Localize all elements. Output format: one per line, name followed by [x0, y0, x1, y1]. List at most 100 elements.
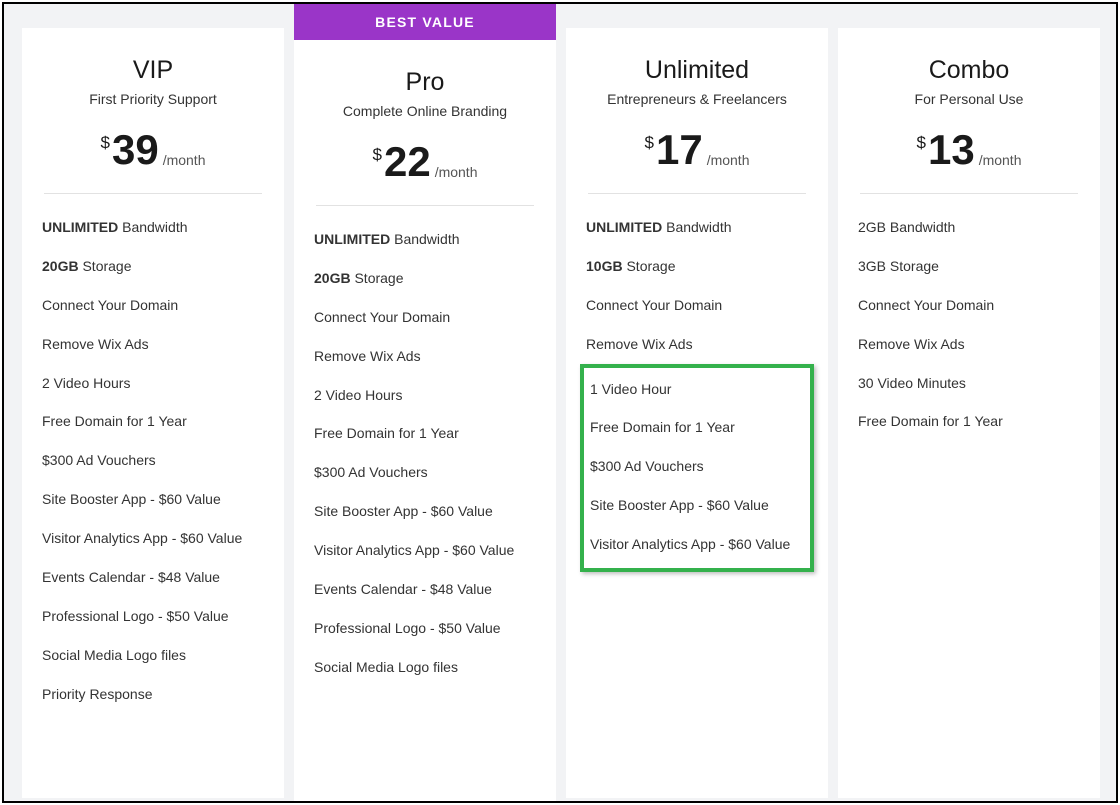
feature-prefix: 20GB [42, 258, 79, 274]
divider [588, 193, 806, 194]
plan-subtitle: First Priority Support [42, 91, 264, 107]
feature-item: Site Booster App - $60 Value [314, 502, 536, 521]
feature-prefix: 10GB [586, 258, 623, 274]
price-period: /month [979, 152, 1022, 168]
feature-item: 10GB Storage [586, 257, 808, 276]
feature-item: 2 Video Hours [314, 386, 536, 405]
feature-item: Events Calendar - $48 Value [314, 580, 536, 599]
highlight-box: 1 Video Hour Free Domain for 1 Year $300 A… [580, 364, 814, 572]
feature-item: 20GB Storage [42, 257, 264, 276]
feature-item: Visitor Analytics App - $60 Value [42, 529, 264, 548]
feature-item: 2GB Bandwidth [858, 218, 1080, 237]
plan-column: Combo For Personal Use $13/month 2GB Bandwi… [838, 28, 1100, 798]
feature-prefix: UNLIMITED [586, 219, 662, 235]
feature-item: 20GB Storage [314, 269, 536, 288]
plan-subtitle: Complete Online Branding [314, 103, 536, 119]
plan-title: Unlimited [586, 56, 808, 85]
feature-item: Professional Logo - $50 Value [42, 607, 264, 626]
feature-text: Storage [82, 258, 131, 274]
plan-column: VIP First Priority Support $39/month UNLIMI… [22, 28, 284, 798]
feature-item: UNLIMITED Bandwidth [42, 218, 264, 237]
plan-header: Pro Complete Online Branding $22/month [314, 68, 536, 183]
feature-item: Visitor Analytics App - $60 Value [314, 541, 536, 560]
feature-item: Social Media Logo files [314, 658, 536, 677]
feature-item: Social Media Logo files [42, 646, 264, 665]
features-list: UNLIMITED Bandwidth 20GB Storage Connect Y… [42, 218, 264, 704]
pricing-page: VIP First Priority Support $39/month UNLIMI… [2, 2, 1118, 803]
feature-item: Remove Wix Ads [586, 335, 808, 354]
plans-container: VIP First Priority Support $39/month UNLIMI… [4, 4, 1116, 801]
price-amount: 39 [112, 129, 159, 171]
features-list: 2GB Bandwidth 3GB Storage Connect Your Dom… [858, 218, 1080, 431]
feature-text: Bandwidth [394, 231, 459, 247]
price-amount: 13 [928, 129, 975, 171]
feature-item: Connect Your Domain [858, 296, 1080, 315]
feature-item: Remove Wix Ads [314, 347, 536, 366]
plan-subtitle: Entrepreneurs & Freelancers [586, 91, 808, 107]
feature-item: Free Domain for 1 Year [314, 424, 536, 443]
feature-item: Free Domain for 1 Year [42, 412, 264, 431]
feature-item: 3GB Storage [858, 257, 1080, 276]
feature-text: Bandwidth [666, 219, 731, 235]
feature-item: 2 Video Hours [42, 374, 264, 393]
plan-header: Unlimited Entrepreneurs & Freelancers $17/… [586, 56, 808, 171]
price-period: /month [707, 152, 750, 168]
feature-item: $300 Ad Vouchers [42, 451, 264, 470]
feature-item: Priority Response [42, 685, 264, 704]
best-value-badge: BEST VALUE [294, 4, 556, 40]
feature-item: Events Calendar - $48 Value [42, 568, 264, 587]
feature-item: Connect Your Domain [42, 296, 264, 315]
plan-price: $17/month [586, 129, 808, 171]
currency-symbol: $ [917, 133, 926, 153]
feature-item: Professional Logo - $50 Value [314, 619, 536, 638]
feature-item: Connect Your Domain [586, 296, 808, 315]
plan-price: $13/month [858, 129, 1080, 171]
currency-symbol: $ [101, 133, 110, 153]
feature-prefix: UNLIMITED [314, 231, 390, 247]
feature-item: Remove Wix Ads [42, 335, 264, 354]
plan-column: Unlimited Entrepreneurs & Freelancers $17/… [566, 28, 828, 798]
plan-title: Combo [858, 56, 1080, 85]
features-list: UNLIMITED Bandwidth 10GB Storage Connect Y… [586, 218, 808, 566]
feature-text: Storage [626, 258, 675, 274]
plan-title: VIP [42, 56, 264, 85]
feature-item: 1 Video Hour [590, 380, 804, 399]
plan-subtitle: For Personal Use [858, 91, 1080, 107]
feature-prefix: UNLIMITED [42, 219, 118, 235]
feature-item: $300 Ad Vouchers [314, 463, 536, 482]
features-list: UNLIMITED Bandwidth 20GB Storage Connect Y… [314, 230, 536, 677]
price-amount: 17 [656, 129, 703, 171]
plan-column: BEST VALUEProComplete Online Branding$22… [294, 28, 556, 803]
feature-item: Site Booster App - $60 Value [590, 496, 804, 515]
plan-card[interactable]: Combo For Personal Use $13/month 2GB Bandwi… [838, 28, 1100, 798]
feature-item: 30 Video Minutes [858, 374, 1080, 393]
feature-item: $300 Ad Vouchers [590, 457, 804, 476]
feature-prefix: 20GB [314, 270, 351, 286]
feature-item: UNLIMITED Bandwidth [314, 230, 536, 249]
plan-price: $22/month [314, 141, 536, 183]
plan-price: $39/month [42, 129, 264, 171]
currency-symbol: $ [373, 145, 382, 165]
plan-header: Combo For Personal Use $13/month [858, 56, 1080, 171]
price-amount: 22 [384, 141, 431, 183]
feature-item: UNLIMITED Bandwidth [586, 218, 808, 237]
feature-text: Bandwidth [122, 219, 187, 235]
divider [860, 193, 1078, 194]
divider [44, 193, 262, 194]
feature-item: Visitor Analytics App - $60 Value [590, 535, 804, 554]
feature-item: Remove Wix Ads [858, 335, 1080, 354]
plan-card[interactable]: Unlimited Entrepreneurs & Freelancers $17/… [566, 28, 828, 798]
feature-item: Connect Your Domain [314, 308, 536, 327]
plan-card[interactable]: VIP First Priority Support $39/month UNLIMI… [22, 28, 284, 798]
plan-card[interactable]: Pro Complete Online Branding $22/month UNLI… [294, 40, 556, 803]
feature-text: Storage [354, 270, 403, 286]
feature-item: Site Booster App - $60 Value [42, 490, 264, 509]
feature-item: Free Domain for 1 Year [590, 418, 804, 437]
plan-header: VIP First Priority Support $39/month [42, 56, 264, 171]
price-period: /month [163, 152, 206, 168]
plan-title: Pro [314, 68, 536, 97]
price-period: /month [435, 164, 478, 180]
currency-symbol: $ [645, 133, 654, 153]
divider [316, 205, 534, 206]
feature-item: Free Domain for 1 Year [858, 412, 1080, 431]
